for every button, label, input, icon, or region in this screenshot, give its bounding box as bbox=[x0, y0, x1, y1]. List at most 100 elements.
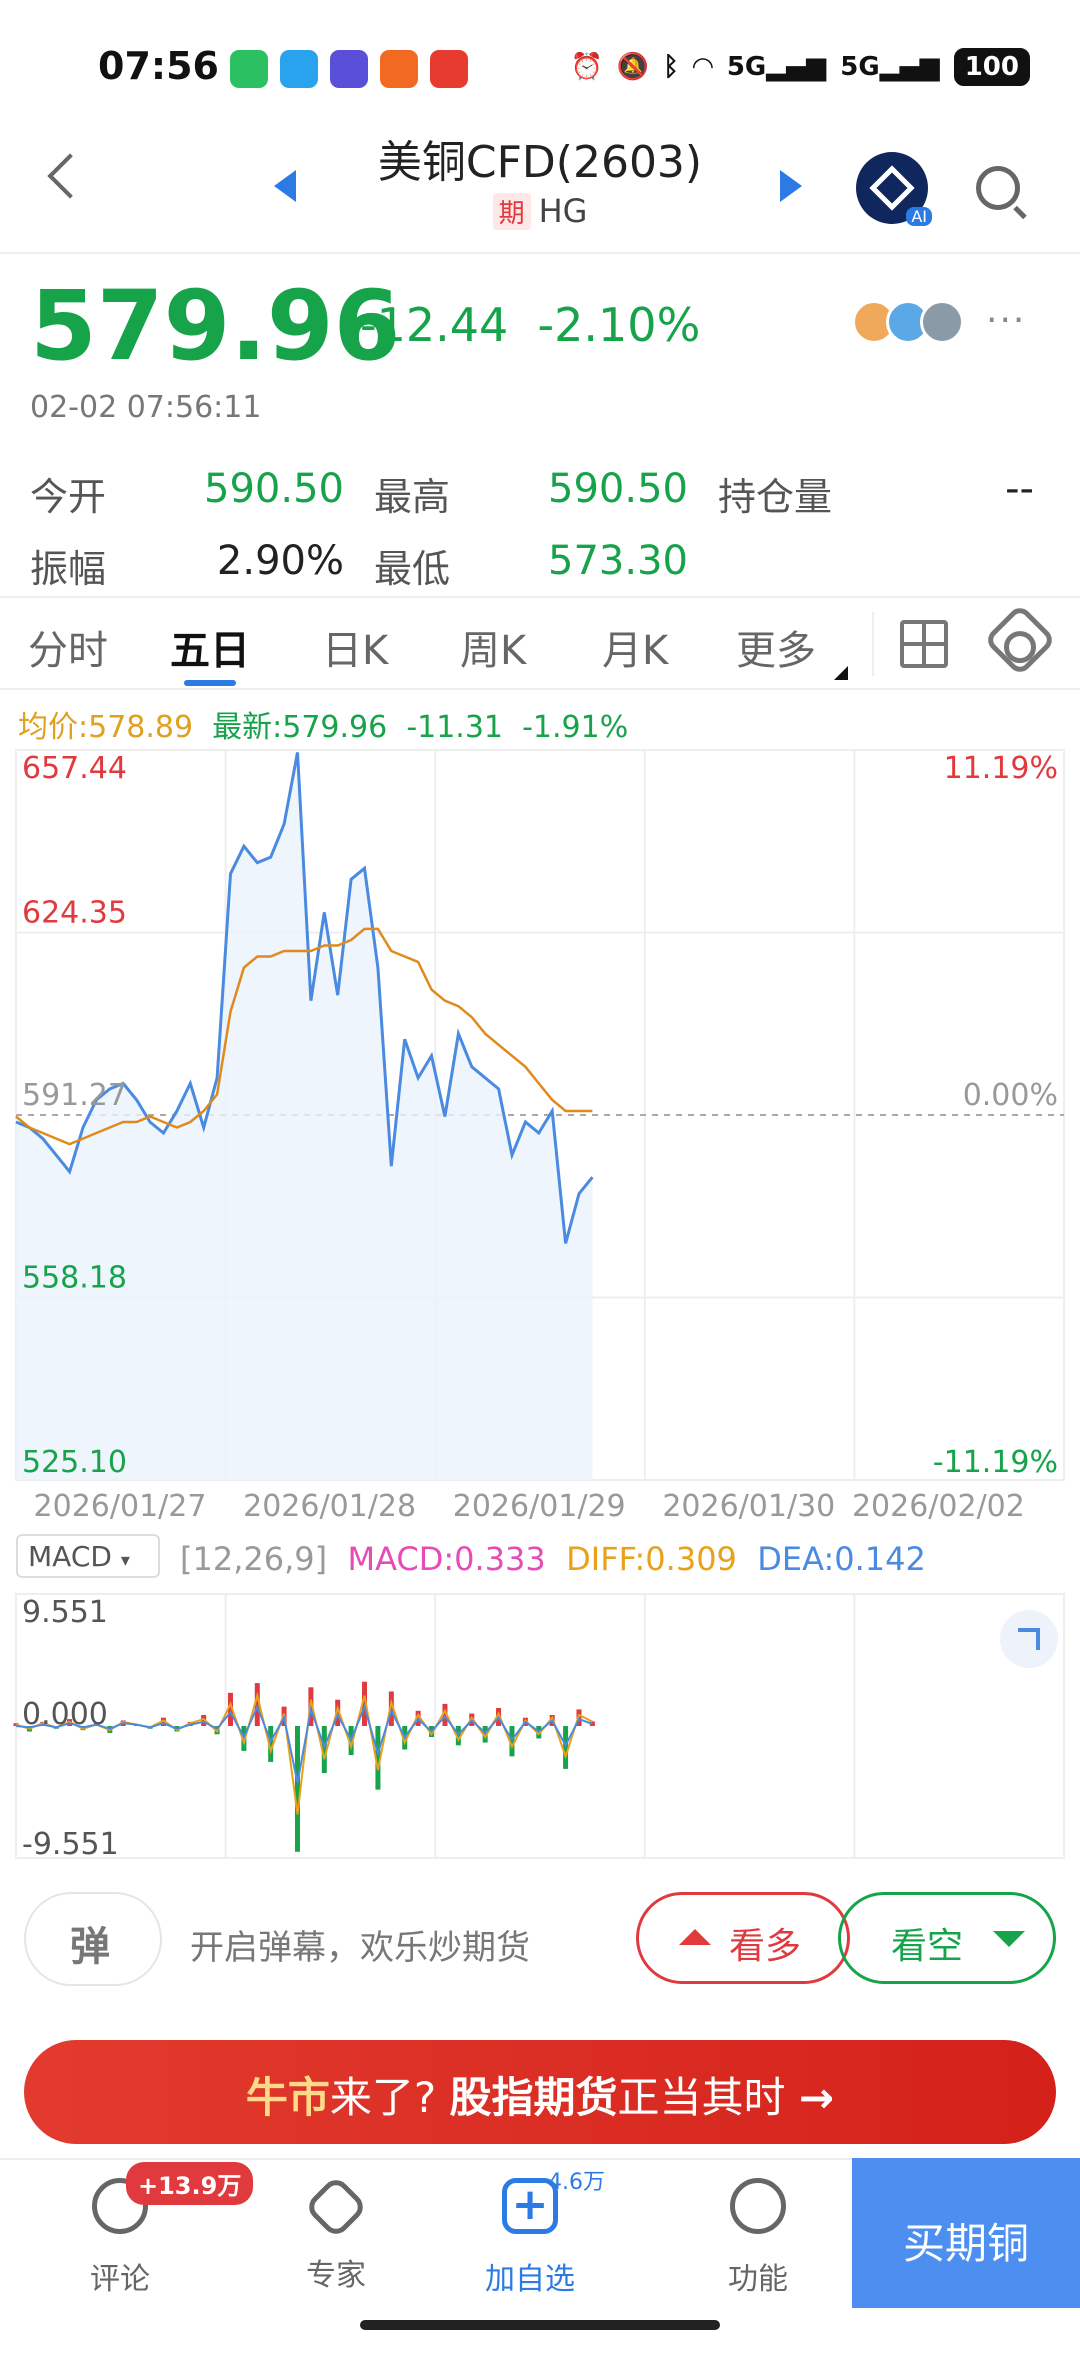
status-time: 07:56 bbox=[98, 44, 219, 88]
y-tick-right: -11.19% bbox=[933, 1445, 1058, 1480]
ai-label: AI bbox=[906, 207, 932, 226]
bluetooth-icon: ᛒ bbox=[663, 52, 679, 82]
wechat-icon bbox=[230, 50, 268, 88]
ai-logo-icon bbox=[869, 165, 915, 211]
dropdown-icon: ▾ bbox=[120, 1550, 130, 1571]
next-symbol-icon[interactable] bbox=[780, 170, 802, 202]
tab-weekly-k[interactable]: 周K bbox=[460, 618, 526, 676]
macd-value: MACD:0.333 bbox=[347, 1540, 546, 1578]
tab-more-corner-icon bbox=[834, 666, 848, 680]
tab-monthly-k[interactable]: 月K bbox=[602, 618, 668, 676]
more-icon[interactable]: ··· bbox=[986, 300, 1026, 341]
banner-text-1: 牛市 bbox=[245, 2073, 330, 2122]
banner-text-3: 股指期货 bbox=[449, 2073, 618, 2122]
settings-gear-icon[interactable] bbox=[983, 603, 1057, 677]
search-icon[interactable] bbox=[976, 166, 1020, 210]
mute-icon: 🔕 bbox=[616, 52, 650, 82]
arrow-up-icon bbox=[679, 1929, 711, 1945]
y-tick-left: 525.10 bbox=[22, 1445, 127, 1480]
header-divider bbox=[0, 252, 1080, 254]
tab-divider bbox=[872, 612, 874, 676]
macd-y-tick: -9.551 bbox=[22, 1827, 119, 1862]
nav-functions[interactable]: 功能 bbox=[678, 2178, 838, 2298]
signal-icon-2: 5G▂▄▆ bbox=[840, 52, 940, 82]
macd-legend: [12,26,9] MACD:0.333 DIFF:0.309 DEA:0.14… bbox=[180, 1540, 926, 1578]
comment-count-badge: +13.9万 bbox=[126, 2162, 254, 2205]
promo-banner[interactable]: 牛市来了? 股指期货正当其时 → bbox=[24, 2040, 1056, 2144]
tab-more[interactable]: 更多 bbox=[736, 618, 816, 676]
tieba-icon bbox=[330, 50, 368, 88]
danmaku-hint[interactable]: 开启弹幕，欢乐炒期货 bbox=[190, 1920, 530, 1969]
arrow-down-icon bbox=[993, 1931, 1025, 1947]
nav-add-watchlist[interactable]: + 加自选 bbox=[450, 2178, 610, 2298]
bullish-label: 看多 bbox=[729, 1926, 802, 1967]
community-avatars[interactable] bbox=[852, 300, 964, 344]
symbol-code: HG bbox=[538, 192, 588, 230]
y-tick-right: 11.19% bbox=[944, 751, 1058, 786]
last-price: 579.96 bbox=[30, 270, 401, 382]
active-tab-indicator bbox=[184, 680, 236, 686]
bullish-button[interactable]: 看多 bbox=[636, 1892, 850, 1984]
bearish-button[interactable]: 看空 bbox=[838, 1892, 1056, 1984]
telegram-icon bbox=[280, 50, 318, 88]
quote-timestamp: 02-02 07:56:11 bbox=[30, 390, 262, 425]
ai-assistant-button[interactable]: AI bbox=[856, 152, 932, 226]
avatar bbox=[920, 300, 964, 344]
battery-icon: 100 bbox=[953, 48, 1030, 86]
functions-icon bbox=[730, 2178, 786, 2234]
layout-grid-icon[interactable] bbox=[900, 620, 948, 668]
danmaku-toggle[interactable]: 弹 bbox=[24, 1892, 162, 1986]
tab-intraday[interactable]: 分时 bbox=[28, 618, 108, 676]
home-indicator[interactable] bbox=[360, 2320, 720, 2330]
indicator-select[interactable]: MACD ▾ bbox=[16, 1534, 160, 1578]
y-tick-left: 558.18 bbox=[22, 1261, 127, 1296]
alarm-icon: ⏰ bbox=[570, 52, 603, 82]
banner-text-4: 正当其时 bbox=[617, 2073, 786, 2122]
stat-amp-value: 2.90% bbox=[216, 538, 344, 584]
y-tick-right: 0.00% bbox=[963, 1078, 1058, 1113]
stat-low-label: 最低 bbox=[374, 547, 451, 591]
buy-button[interactable]: 买期铜 bbox=[852, 2158, 1080, 2308]
y-tick-left: 624.35 bbox=[22, 896, 127, 931]
x-tick: 2026/01/28 bbox=[243, 1489, 416, 1524]
nav-functions-label: 功能 bbox=[728, 2262, 788, 2297]
nav-expert-label: 专家 bbox=[306, 2258, 366, 2293]
change-abs: -12.44 bbox=[360, 298, 509, 352]
dea-value: DEA:0.142 bbox=[757, 1540, 926, 1578]
stat-high-value: 590.50 bbox=[548, 466, 688, 512]
indicator-select-label: MACD bbox=[28, 1540, 112, 1573]
wifi-icon: ◠ bbox=[692, 52, 713, 82]
tab-daily-k[interactable]: 日K bbox=[322, 618, 388, 676]
stat-low-value: 573.30 bbox=[548, 538, 688, 584]
stat-open-value: 590.50 bbox=[204, 466, 344, 512]
stock-app-icon bbox=[430, 50, 468, 88]
expert-icon bbox=[303, 2174, 369, 2240]
price-chart[interactable]: 657.44 624.35 591.27 558.18 525.10 11.19% 0.00… bbox=[0, 740, 1080, 1530]
macd-chart[interactable]: 9.551 0.000 -9.551 bbox=[0, 1586, 1080, 1866]
x-tick: 2026/01/27 bbox=[34, 1489, 207, 1524]
macd-params: [12,26,9] bbox=[180, 1540, 328, 1578]
stats-divider bbox=[0, 596, 1080, 598]
news-app-icon bbox=[380, 50, 418, 88]
banner-arrow-icon: → bbox=[798, 2073, 835, 2122]
diff-value: DIFF:0.309 bbox=[566, 1540, 737, 1578]
watchlist-count: 4.6万 bbox=[548, 2170, 605, 2195]
signal-icon-1: 5G▂▄▆ bbox=[726, 52, 827, 82]
y-tick-left: 657.44 bbox=[22, 751, 127, 786]
x-tick: 2026/01/30 bbox=[662, 1489, 835, 1524]
tab-five-day[interactable]: 五日 bbox=[170, 618, 250, 676]
tabs-divider bbox=[0, 688, 1080, 690]
futures-badge: 期 bbox=[492, 193, 531, 230]
macd-y-tick: 9.551 bbox=[22, 1595, 108, 1630]
status-right: ⏰ 🔕 ᛒ ◠ 5G▂▄▆ 5G▂▄▆ 100 bbox=[570, 48, 1030, 86]
stat-amp-label: 振幅 bbox=[30, 547, 107, 591]
expand-arrow-icon bbox=[1018, 1628, 1040, 1650]
y-tick-left: 591.27 bbox=[22, 1078, 127, 1113]
banner-text-2: 来了? bbox=[329, 2073, 437, 2122]
nav-comment-label: 评论 bbox=[90, 2262, 150, 2297]
bearish-label: 看空 bbox=[891, 1926, 964, 1967]
x-tick: 2026/01/29 bbox=[453, 1489, 626, 1524]
price-change: -12.44 -2.10% bbox=[360, 298, 700, 352]
nav-expert[interactable]: 专家 bbox=[256, 2174, 416, 2294]
expand-icon[interactable] bbox=[1000, 1610, 1058, 1668]
